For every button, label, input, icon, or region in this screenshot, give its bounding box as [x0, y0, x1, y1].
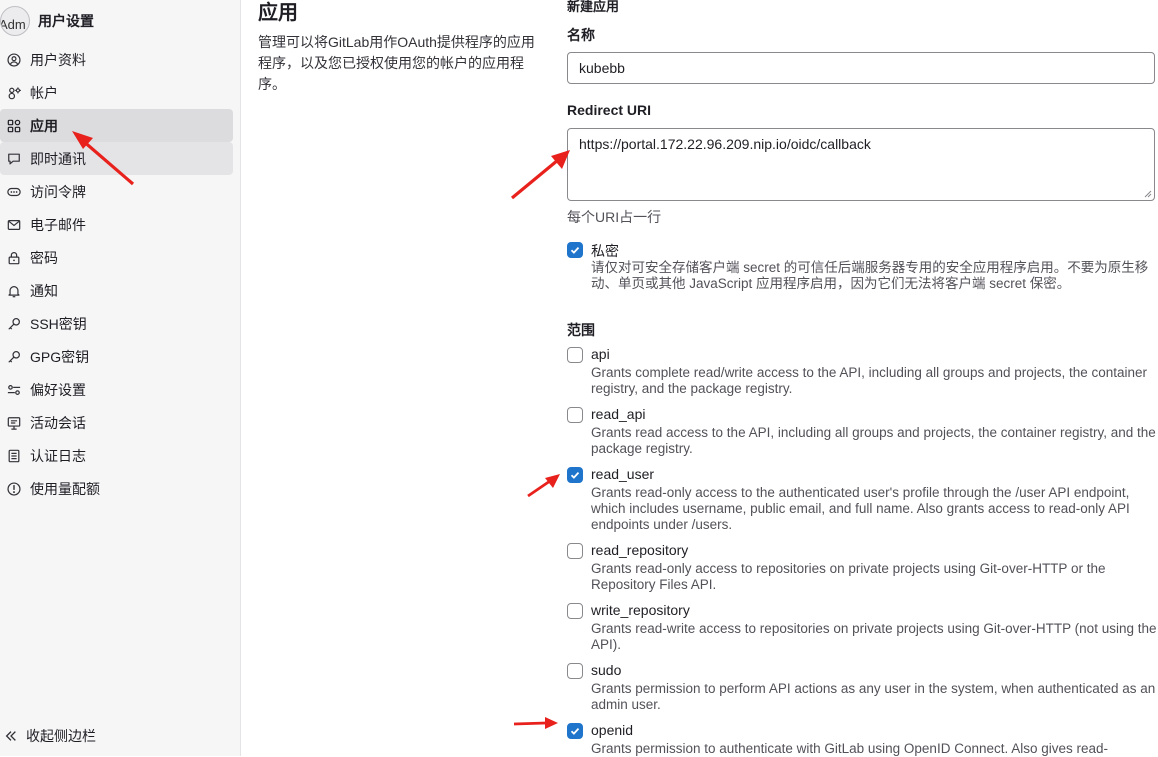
sidebar-item-label: 用户资料 — [30, 51, 86, 68]
sidebar-item-emails[interactable]: 电子邮件 — [0, 208, 233, 241]
sidebar-item-password[interactable]: 密码 — [0, 241, 233, 274]
lock-icon — [7, 251, 21, 265]
scope-checkbox-read-api[interactable] — [567, 407, 583, 423]
scope-help: Grants read-only access to repositories … — [591, 561, 1106, 592]
confidential-help: 请仅对可安全存储客户端 secret 的可信任后端服务器专用的安全应用程序启用。… — [591, 260, 1149, 291]
redirect-uri-value: https://portal.172.22.96.209.nip.io/oidc… — [579, 136, 871, 152]
quota-icon — [7, 481, 21, 496]
scope-checkbox-read-user[interactable] — [567, 467, 583, 483]
sidebar-item-label: 通知 — [30, 282, 58, 299]
scope-checkbox-openid[interactable] — [567, 723, 583, 739]
scope-checkbox-write-repository[interactable] — [567, 603, 583, 619]
sidebar-item-label: 使用量配额 — [30, 480, 100, 497]
scope-help: Grants complete read/write access to the… — [591, 365, 1148, 396]
sidebar-item-label: 即时通讯 — [30, 150, 86, 167]
sidebar-nav: 用户资料 帐户 应用 即时通讯 访问令牌 电子邮件 密码 通知 SSH密钥 GP… — [0, 43, 240, 505]
confidential-label: 私密 — [591, 243, 619, 259]
double-chevron-left-icon — [4, 729, 18, 743]
confidential-checkbox[interactable] — [567, 242, 583, 258]
annotation-arrow-read-user — [527, 474, 560, 498]
scope-help: Grants read-only access to the authentic… — [591, 485, 1130, 532]
scope-help: Grants read-write access to repositories… — [591, 621, 1157, 652]
annotation-arrow-openid — [513, 717, 558, 729]
log-icon — [7, 449, 21, 463]
redirect-uri-label: Redirect URI — [567, 102, 652, 118]
scope-label: read_repository — [591, 542, 689, 558]
scope-label: sudo — [591, 662, 622, 678]
sidebar-item-chat[interactable]: 即时通讯 — [0, 142, 233, 175]
sidebar-item-gpg-keys[interactable]: GPG密钥 — [0, 340, 233, 373]
collapse-sidebar-label: 收起侧边栏 — [26, 728, 96, 744]
sidebar-item-label: 认证日志 — [30, 447, 86, 464]
scope-label: read_user — [591, 466, 655, 482]
profile-icon — [7, 52, 21, 67]
sidebar-header: Adm 用户设置 — [0, 4, 240, 36]
scope-label: api — [591, 346, 610, 362]
sidebar: Adm 用户设置 用户资料 帐户 应用 即时通讯 访问令牌 电子邮件 密码 通知… — [0, 0, 241, 756]
sidebar-item-access-tokens[interactable]: 访问令牌 — [0, 175, 233, 208]
token-icon — [7, 185, 21, 199]
scope-help: Grants permission to authenticate with G… — [591, 741, 1109, 756]
scope-help: Grants read access to the API, including… — [591, 425, 1156, 456]
checkmark-icon — [570, 727, 580, 735]
sidebar-item-label: 应用 — [30, 117, 58, 134]
redirect-uri-input[interactable]: https://portal.172.22.96.209.nip.io/oidc… — [567, 128, 1155, 201]
annotation-arrow-redirect-uri — [510, 150, 570, 200]
preferences-icon — [7, 383, 21, 397]
key-icon — [7, 317, 21, 331]
sidebar-item-ssh-keys[interactable]: SSH密钥 — [0, 307, 233, 340]
scope-label: read_api — [591, 406, 646, 422]
sidebar-item-label: GPG密钥 — [30, 348, 90, 365]
scope-label: write_repository — [591, 602, 690, 618]
avatar[interactable]: Adm — [0, 6, 30, 36]
sidebar-item-notifications[interactable]: 通知 — [0, 274, 233, 307]
scope-checkbox-sudo[interactable] — [567, 663, 583, 679]
sidebar-item-account[interactable]: 帐户 — [0, 76, 233, 109]
sidebar-item-usage-quotas[interactable]: 使用量配额 — [0, 472, 233, 505]
sidebar-item-label: 访问令牌 — [30, 183, 86, 200]
sidebar-item-active-sessions[interactable]: 活动会话 — [0, 406, 233, 439]
account-icon — [7, 86, 21, 100]
redirect-uri-help: 每个URI占一行 — [567, 209, 662, 225]
sidebar-item-preferences[interactable]: 偏好设置 — [0, 373, 233, 406]
scope-checkbox-api[interactable] — [567, 347, 583, 363]
page-description: 管理可以将GitLab用作OAuth提供程序的应用程序，以及您已授权使用您的帐户… — [258, 34, 535, 92]
sidebar-item-label: SSH密钥 — [30, 315, 87, 332]
name-input[interactable]: kubebb — [567, 52, 1155, 84]
collapse-sidebar-button[interactable]: 收起侧边栏 — [0, 722, 240, 750]
name-label: 名称 — [567, 27, 595, 43]
scope-help: Grants permission to perform API actions… — [591, 681, 1156, 712]
scope-checkbox-read-repository[interactable] — [567, 543, 583, 559]
key-icon — [7, 350, 21, 364]
resize-grip-icon[interactable] — [1144, 190, 1152, 198]
form-header: 新建应用 — [567, 0, 620, 14]
sidebar-item-auth-log[interactable]: 认证日志 — [0, 439, 233, 472]
sidebar-item-label: 活动会话 — [30, 414, 86, 431]
checkmark-icon — [570, 246, 580, 254]
mail-icon — [7, 218, 21, 232]
checkmark-icon — [570, 471, 580, 479]
sidebar-item-label: 偏好设置 — [30, 381, 86, 398]
sidebar-item-applications[interactable]: 应用 — [0, 109, 233, 142]
sidebar-item-profile[interactable]: 用户资料 — [0, 43, 233, 76]
sidebar-item-label: 密码 — [30, 249, 58, 266]
monitor-icon — [7, 416, 21, 430]
sidebar-item-label: 帐户 — [30, 84, 58, 101]
chat-icon — [7, 152, 21, 166]
sidebar-title: 用户设置 — [38, 13, 94, 29]
scopes-label: 范围 — [567, 322, 595, 338]
sidebar-item-label: 电子邮件 — [30, 216, 86, 233]
bell-icon — [7, 284, 21, 298]
page-title: 应用 — [258, 2, 298, 24]
scope-label: openid — [591, 722, 634, 738]
applications-icon — [7, 119, 21, 133]
